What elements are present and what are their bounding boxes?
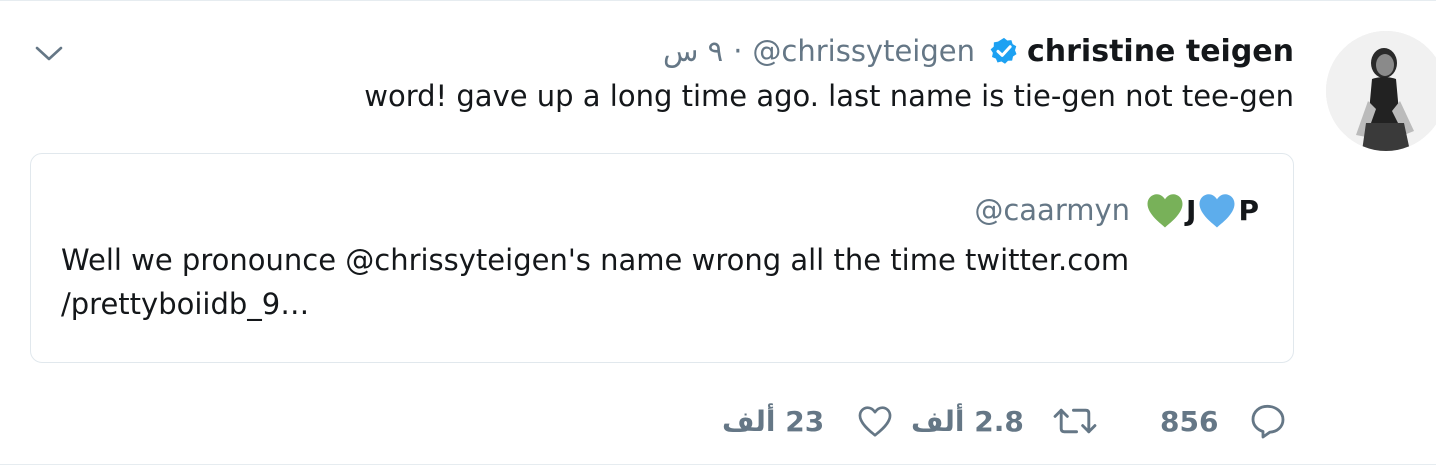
green-heart-icon bbox=[1147, 194, 1183, 228]
avatar-photo bbox=[1326, 31, 1436, 151]
tweet[interactable]: ٩ س · @chrissyteigen christine teigen wo… bbox=[0, 0, 1436, 465]
retweet-count: 2.8 ألف bbox=[911, 404, 1024, 438]
quoted-text-line-1: Well we pronounce @chrissyteigen's name … bbox=[61, 243, 1130, 277]
chevron-down-icon[interactable] bbox=[34, 41, 64, 65]
blue-heart-icon bbox=[1199, 194, 1235, 228]
verified-badge-icon bbox=[990, 37, 1017, 64]
reply-count: 856 bbox=[1160, 404, 1219, 438]
reply-icon[interactable] bbox=[1248, 401, 1288, 441]
quoted-author-name[interactable]: J P bbox=[1144, 190, 1259, 230]
tweet-actions: 23 ألف 2.8 ألف 856 bbox=[0, 399, 1436, 443]
reply-action[interactable]: 856 bbox=[1160, 399, 1288, 443]
quoted-author-name-p: P bbox=[1238, 193, 1259, 227]
separator-dot: · bbox=[733, 34, 743, 68]
author-name[interactable]: christine teigen bbox=[1027, 34, 1294, 69]
author-handle[interactable]: @chrissyteigen bbox=[752, 34, 975, 68]
like-count: 23 ألف bbox=[722, 404, 825, 438]
tweet-header: ٩ س · @chrissyteigen christine teigen bbox=[663, 29, 1294, 73]
retweet-action[interactable]: 2.8 ألف bbox=[911, 399, 1098, 443]
quoted-text-line-2: /prettyboiidb_9… bbox=[61, 287, 310, 321]
quoted-tweet[interactable]: @caarmyn J P Well we pronounce @chrissyt… bbox=[30, 153, 1294, 363]
heart-icon[interactable] bbox=[856, 403, 894, 439]
avatar[interactable] bbox=[1326, 31, 1436, 151]
tweet-timestamp[interactable]: ٩ س bbox=[663, 34, 723, 68]
quoted-author-name-j: J bbox=[1186, 193, 1197, 227]
tweet-text: word! gave up a long time ago. last name… bbox=[364, 79, 1294, 113]
quoted-tweet-header: @caarmyn J P bbox=[974, 186, 1259, 234]
retweet-icon[interactable] bbox=[1052, 403, 1098, 439]
quoted-author-handle[interactable]: @caarmyn bbox=[974, 193, 1130, 227]
like-action[interactable]: 23 ألف bbox=[722, 399, 894, 443]
quoted-tweet-text: Well we pronounce @chrissyteigen's name … bbox=[61, 238, 1251, 326]
